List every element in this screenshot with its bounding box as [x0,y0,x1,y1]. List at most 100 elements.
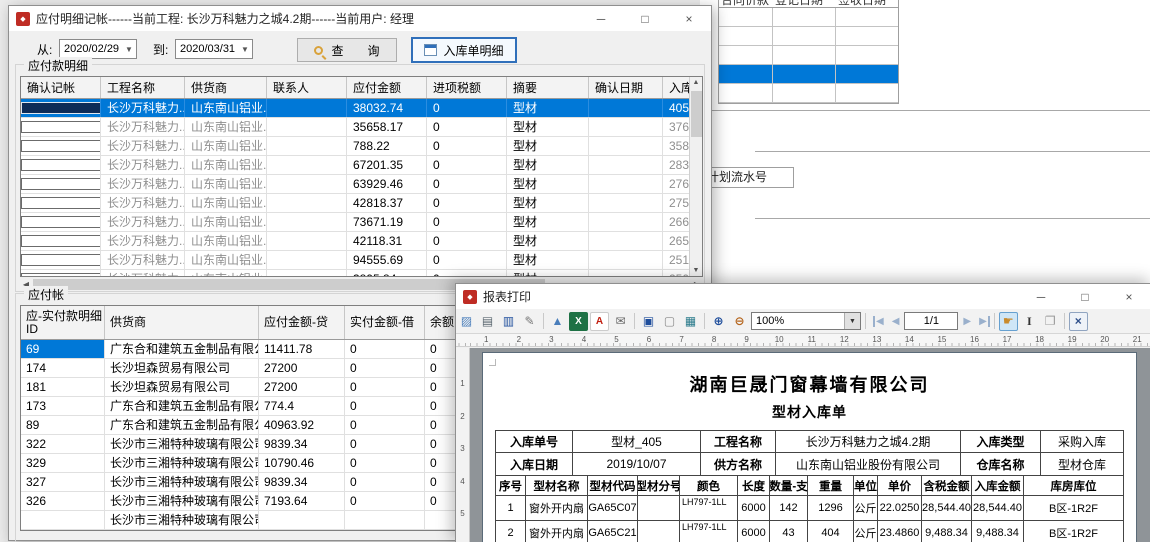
report-preview-area[interactable]: 123456 湖南巨晟门窗幕墙有限公司 型材入库单 入库单号 型材_405 工程… [456,348,1150,542]
toolbar-icon[interactable]: ▥ [499,312,518,331]
table-row[interactable]: 长沙万科魅力... 山东南山铝业... 67201.35 0 型材 283 [21,156,702,175]
hand-tool-icon[interactable]: ☛ [999,312,1018,331]
ruler-number: 11 [795,334,828,346]
export-icon[interactable]: ▲ [548,312,567,331]
divider [755,151,1150,152]
confirm-checkbox[interactable] [21,102,101,114]
column-header[interactable]: 供货商 [105,306,259,339]
last-page-button[interactable]: ▶ [976,316,990,327]
cell-length: 6000 [738,521,770,542]
column-header[interactable]: 进项税额 [427,77,507,98]
column-header[interactable]: 应付金额-贷 [259,306,345,339]
cell-credit: 0 [345,397,425,415]
cell-contact [267,270,347,277]
minimize-button[interactable]: ─ [579,6,623,31]
toolbar-icon[interactable]: ▦ [681,312,700,331]
table-row[interactable]: 长沙万科魅力... 山东南山铝业... 42818.37 0 型材 275 [21,194,702,213]
table-row[interactable]: 长沙万科魅力... 山东南山铝业... 788.22 0 型材 358 [21,137,702,156]
column-header[interactable]: 联系人 [267,77,347,98]
column-header[interactable]: 登记日期 [773,0,836,7]
table-row[interactable]: 长沙万科魅力... 山东南山铝业... 63929.46 0 型材 276 [21,175,702,194]
table-row[interactable]: 长沙万科魅力... 山东南山铝业... 42118.31 0 型材 265 [21,232,702,251]
toolbar-icon[interactable]: ▢ [660,312,679,331]
receipt-detail-button[interactable]: 入库单明细 [411,37,517,63]
cell-amount: 94555.69 [347,251,427,269]
column-header[interactable]: 应-实付款明细ID [21,306,105,339]
cell-confirm [21,118,101,136]
confirm-checkbox[interactable] [21,254,101,266]
toolbar-icon[interactable]: ▣ [639,312,658,331]
confirm-checkbox[interactable] [21,235,101,247]
chevron-down-icon[interactable]: ▼ [122,45,136,54]
export-icon[interactable]: A [590,312,609,331]
toolbar-icon[interactable]: ▤ [478,312,497,331]
to-date-picker[interactable]: 2020/03/31 ▼ [175,39,253,59]
cell-id: 173 [21,397,105,415]
confirm-checkbox[interactable] [21,159,101,171]
cell-supplier: 广东合和建筑五金制品有限公司 [105,397,259,415]
confirm-checkbox[interactable] [21,216,101,228]
table-row[interactable] [719,27,898,46]
copy-icon[interactable]: ❐ [1041,312,1060,331]
close-button[interactable]: × [667,6,711,31]
text-select-icon[interactable]: I [1020,312,1039,331]
column-header[interactable]: 工程名称 [101,77,185,98]
table-row[interactable]: 长沙万科魅力... 山东南山铝业... 73671.19 0 型材 266 [21,213,702,232]
scroll-up-arrow[interactable]: ▲ [690,79,702,86]
column-header[interactable]: 合同价款 [719,0,773,7]
from-date-picker[interactable]: 2020/02/29 ▼ [59,39,137,59]
table-row[interactable]: 长沙万科魅力 山东南山铝业 3895.84 0 型材 250 [21,270,702,277]
confirm-checkbox[interactable] [21,140,101,152]
confirm-checkbox[interactable] [21,197,101,209]
cell-summary: 型材 [507,251,589,269]
toolbar-icon[interactable]: ✎ [520,312,539,331]
column-header[interactable]: 确认记帐 [21,77,101,98]
confirm-checkbox[interactable] [21,121,101,133]
cell-debit: 11411.78 [259,340,345,358]
table-row[interactable] [719,46,898,65]
cell-empty [836,46,898,64]
cell-summary: 型材 [507,270,589,277]
column-header[interactable]: 实付金额-借 [345,306,425,339]
column-header[interactable]: 摘要 [507,77,589,98]
table-row[interactable]: 长沙万科魅力... 山东南山铝业... 94555.69 0 型材 251 [21,251,702,270]
query-button[interactable]: 查 询 [297,38,397,62]
table-row[interactable]: 长沙万科魅力... 山东南山铝业... 35658.17 0 型材 376 [21,118,702,137]
toolbar-icon[interactable]: ▨ [457,312,476,331]
cell-empty [836,8,898,26]
page-number-box[interactable]: 1/1 [904,312,958,330]
confirm-checkbox[interactable] [21,273,101,277]
scrollbar-thumb[interactable] [691,91,702,137]
confirm-checkbox[interactable] [21,178,101,190]
export-icon[interactable]: ✉ [611,312,630,331]
close-button[interactable]: × [1107,284,1150,309]
export-icon[interactable]: X [569,312,588,331]
table-row[interactable] [719,84,898,103]
chevron-down-icon[interactable]: ▼ [844,313,860,329]
close-preview-icon[interactable]: × [1069,312,1088,331]
cell-tax: 0 [427,118,507,136]
cell-confirm-date [589,137,663,155]
cell-weight: 404 [808,521,854,542]
column-header[interactable]: 应付金额 [347,77,427,98]
prev-page-button[interactable]: ◀ [889,316,903,327]
zoom-out-icon[interactable]: ⊖ [730,312,749,331]
next-page-button[interactable]: ▶ [960,316,974,327]
maximize-button[interactable]: □ [623,6,667,31]
zoom-select[interactable]: 100% ▼ [751,312,861,330]
zoom-in-icon[interactable]: ⊕ [709,312,728,331]
table-row[interactable] [719,8,898,27]
chevron-down-icon[interactable]: ▼ [238,45,252,54]
table-row[interactable]: 长沙万科魅力... 山东南山铝业... 38032.74 0 型材 405 [21,99,702,118]
maximize-button[interactable]: □ [1063,284,1107,309]
column-header[interactable]: 签收日期 [836,0,898,7]
column-header[interactable]: 供货商 [185,77,267,98]
cell-confirm [21,232,101,250]
cell-supplier: 长沙市三湘特种玻璃有限公司 [105,492,259,510]
column-header[interactable]: 确认日期 [589,77,663,98]
minimize-button[interactable]: ─ [1019,284,1063,309]
table-row[interactable] [719,65,898,84]
scroll-down-arrow[interactable]: ▼ [690,267,702,274]
first-page-button[interactable]: ◀ [873,316,887,327]
vertical-scrollbar[interactable]: ▲ ▼ [689,77,702,276]
